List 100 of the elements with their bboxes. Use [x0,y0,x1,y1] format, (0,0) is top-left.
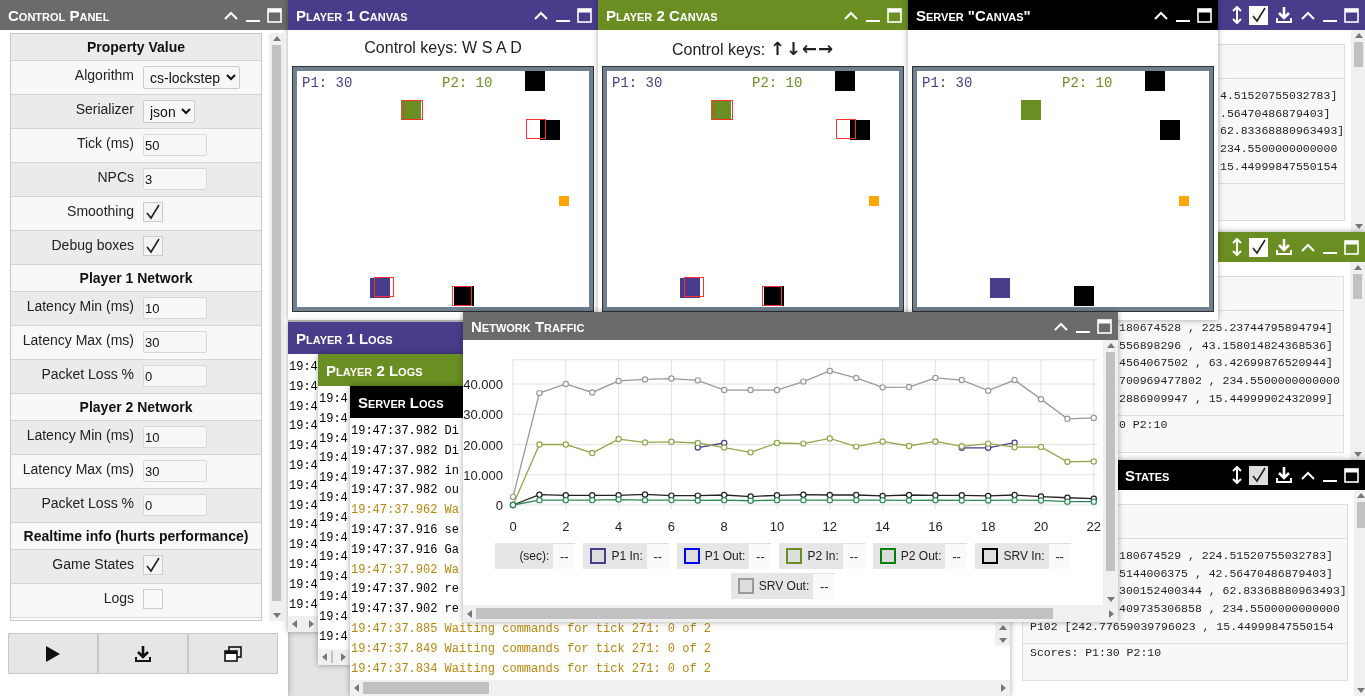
legend-text: P1 Out: [704,549,746,563]
legend-value: -- [646,543,669,569]
legend-text: P1 In: [611,549,643,563]
log-line: 19:4 [289,517,318,535]
state-line: 5144006375 , 42.56470486879403] [1119,565,1333,582]
legend-value: -- [1048,543,1071,569]
legend-text: SRV Out: [758,579,810,593]
axis-label: 30.000 [463,407,503,423]
property-label: Debug boxes [50,236,134,253]
state-line: 556898296 , 43.158014824368536] [1119,337,1333,354]
legend-value: -- [749,543,772,569]
log-line: 19:4 [319,509,348,527]
legend-value: -- [842,543,865,569]
score-text: P1: 30 [302,75,353,91]
log-line: 19:4 [289,378,318,396]
score-text: P2: 10 [752,75,803,91]
axis-label: 22 [1086,519,1102,534]
log-line: 19:47:37.982 ou [351,482,460,500]
property-label: Latency Max (ms) [21,331,134,348]
state-line: 62.83368880963493] [1220,123,1345,140]
log-line: 19:47:37.902 re [351,581,460,599]
window-title: Player 1 Canvas [296,6,408,24]
axis-label: 16 [928,519,943,534]
window-title: Control Panel [8,6,110,24]
log-line: 19:4 [319,549,348,567]
log-line: 19:47:37.885 Waiting commands for tick 271: 0 of 2 [351,620,712,638]
scores-text: Scores: P1:30 P2:10 [1030,645,1162,662]
log-line: 19:4 [319,569,348,587]
property-label: NPCs [96,168,134,185]
log-line: 19:47:37.902 Wa [351,561,460,579]
legend-text: (sec): [519,549,550,563]
section-header: Property Value [11,34,261,61]
log-line: 19:47:37.916 Ga [351,541,460,559]
score-text: P2: 10 [1062,75,1113,91]
legend-value: -- [945,543,968,569]
log-line: 19:4 [289,398,318,416]
legend-value: -- [813,573,836,599]
log-line: 19:4 [289,556,318,574]
legend-value: -- [553,543,576,569]
legend-text: SRV In: [1003,549,1045,563]
property-label: Tick (ms) [75,134,134,151]
state-line: 4.51520755032783] [1220,88,1338,104]
log-line: 19:4 [289,576,318,594]
axis-label: 8 [720,519,728,534]
log-line: 19:47:37.962 Wa [351,502,460,520]
state-line: 180674528 , 225.23744795894794] [1119,320,1333,336]
property-label: Algorithm [73,66,134,83]
log-line: 19:4 [289,418,318,436]
state-line: 4564067502 , 63.42699876520944] [1119,355,1333,372]
score-text: P2: 10 [442,75,493,91]
log-line: 19:47:37.982 in [351,462,460,480]
window-title: Server Logs [358,393,444,411]
state-line: 409735306858 , 234.5500000000000 [1119,601,1340,618]
log-line: 19:4 [289,596,318,614]
log-line: 19:47:37.982 Di [351,442,460,460]
score-text: P1: 30 [922,75,973,91]
legend-text: P2 In: [807,549,839,563]
window-title: Server "Canvas" [916,6,1031,24]
log-line: 19:4 [319,450,348,468]
property-label: Packet Loss % [40,494,134,511]
section-header: Player 2 Network [11,394,261,421]
axis-label: 18 [980,519,996,534]
log-line: 19:4 [289,458,318,475]
log-line: 19:4 [319,430,348,448]
log-line: 19:4 [319,588,348,606]
section-header: Player 1 Network [11,265,261,292]
log-line: 19:4 [319,628,348,646]
axis-label: 10.000 [463,467,503,483]
axis-label: 0 [495,498,503,513]
state-line: 234.5500000000000 [1220,141,1338,158]
axis-label: 4 [615,519,623,534]
section-header: Realtime info (hurts performance) [11,523,261,550]
score-text: P1: 30 [612,75,663,91]
property-label: Logs [102,589,134,606]
control-keys-text: Control keys: ↑↓←→ [670,36,836,61]
log-line: 19:4 [319,410,348,428]
axis-label: 0 [509,519,517,534]
log-line: 19:47:37.902 re [351,601,460,619]
axis-label: 12 [822,519,838,534]
axis-label: 20 [1033,519,1049,534]
log-line: 19:4 [319,608,348,626]
property-label: Latency Max (ms) [21,460,134,477]
state-line: 15.44999847550154 [1220,158,1338,175]
axis-label: 6 [667,519,675,534]
property-label: Latency Min (ms) [25,297,134,314]
property-label: Serializer [74,100,134,117]
window-title: Player 1 Logs [296,329,393,347]
property-label: Smoothing [66,202,134,219]
window-title: Player 2 Canvas [606,6,718,24]
property-label: Latency Min (ms) [25,426,134,443]
log-line: 19:4 [289,537,318,555]
state-line: 180674529 , 224.51520755032783] [1119,548,1333,564]
axis-label: 2 [562,519,570,534]
state-line: 700969477802 , 234.5500000000000 [1119,373,1340,390]
log-line: 19:4 [289,438,318,456]
log-line: 19:47:37.982 Di [351,423,460,440]
log-line: 19:4 [289,497,318,515]
control-keys-text: Control keys: W S A D [363,38,523,58]
state-line: .56470486879403] [1220,105,1331,122]
log-line: 19:4 [289,477,318,495]
